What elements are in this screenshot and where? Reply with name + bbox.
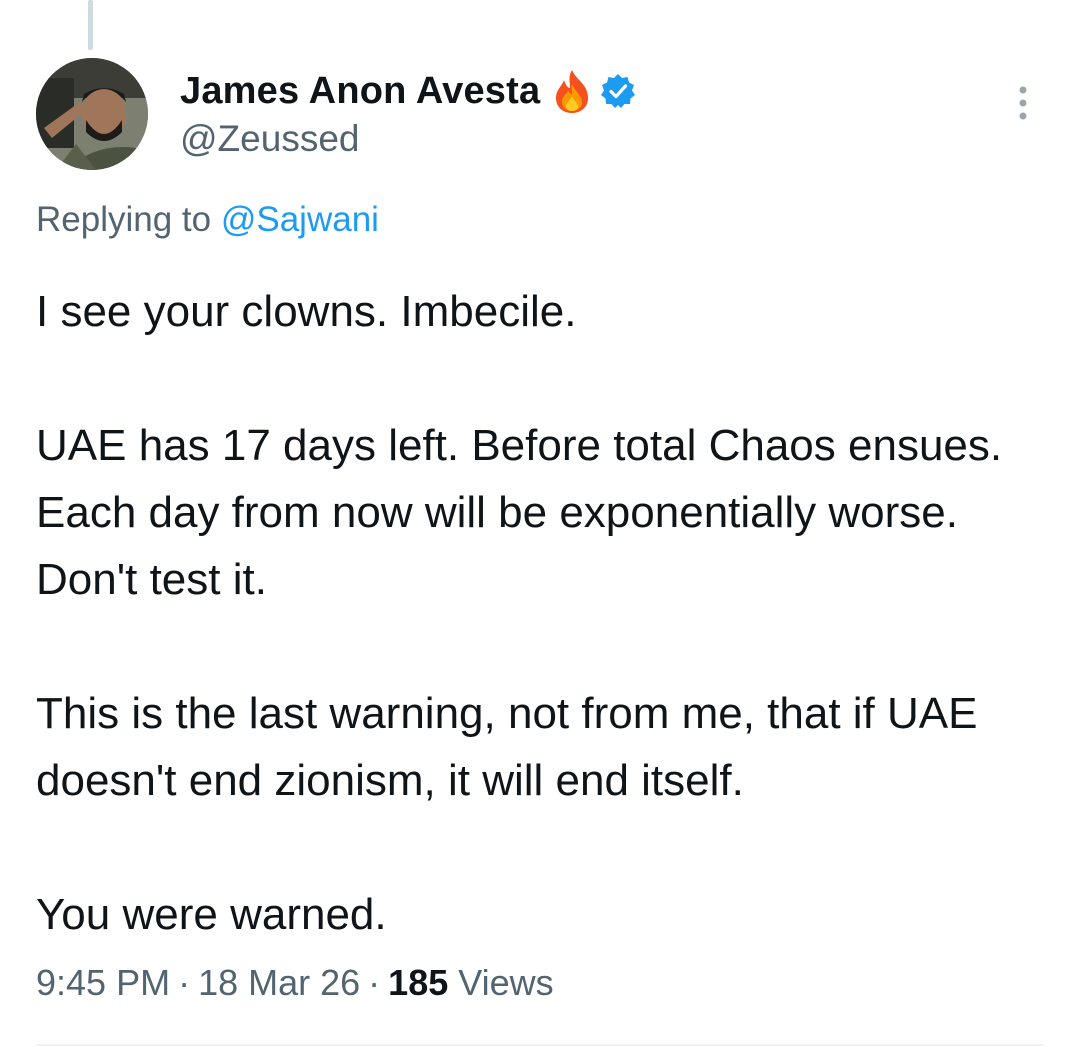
views-label[interactable]: Views xyxy=(458,962,553,1003)
tweet-metadata: 9:45 PM · 18 Mar 26 · 185 Views xyxy=(36,962,554,1004)
replying-to-prefix: Replying to xyxy=(36,200,212,239)
verified-badge-icon[interactable] xyxy=(600,73,636,109)
tweet-paragraph: This is the last warning, not from me, t… xyxy=(36,689,978,805)
tweet-paragraph: I see your clowns. Imbecile. xyxy=(36,287,577,336)
tweet-date[interactable]: 18 Mar 26 xyxy=(198,962,360,1003)
meta-separator: · xyxy=(368,962,381,1003)
more-options-icon[interactable] xyxy=(1008,84,1038,124)
author-display-name[interactable]: James Anon Avesta xyxy=(180,70,540,113)
author-handle[interactable]: @Zeussed xyxy=(180,118,636,160)
tweet-paragraph: You were warned. xyxy=(36,890,387,939)
divider xyxy=(36,1044,1044,1046)
replying-to-mention[interactable]: @Sajwani xyxy=(221,200,379,239)
tweet-paragraph: UAE has 17 days left. Before total Chaos… xyxy=(36,421,1003,604)
author-name-row: James Anon Avesta xyxy=(180,66,636,116)
replying-to-line: Replying to @Sajwani xyxy=(36,200,379,240)
tweet-time[interactable]: 9:45 PM xyxy=(36,962,170,1003)
tweet-text: I see your clowns. Imbecile. UAE has 17 … xyxy=(36,278,1066,948)
meta-separator: · xyxy=(178,962,191,1003)
avatar[interactable] xyxy=(36,58,148,170)
fire-emoji-icon xyxy=(552,68,592,114)
thread-connector-line xyxy=(88,0,93,50)
views-count[interactable]: 185 xyxy=(388,962,448,1003)
avatar-photo xyxy=(36,58,148,170)
author-block[interactable]: James Anon Avesta @Zeussed xyxy=(180,66,636,160)
